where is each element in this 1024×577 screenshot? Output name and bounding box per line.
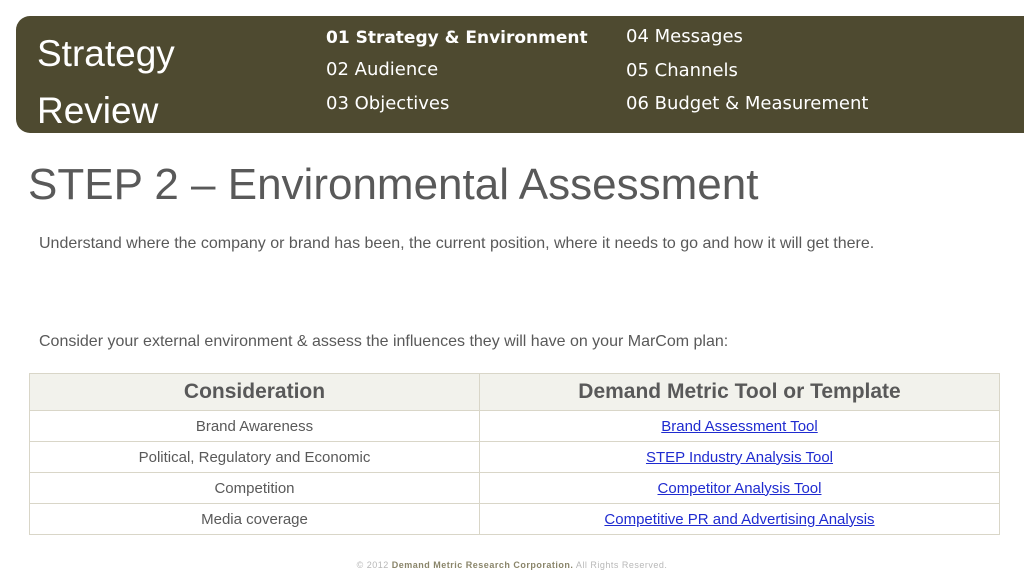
consideration-table: Consideration Demand Metric Tool or Temp… (29, 373, 1000, 535)
footer: © 2012 Demand Metric Research Corporatio… (0, 560, 1024, 570)
tool-link[interactable]: Competitor Analysis Tool (658, 480, 822, 497)
table-row: Competition Competitor Analysis Tool (29, 472, 1000, 504)
tool-link[interactable]: Competitive PR and Advertising Analysis (604, 511, 874, 528)
tool-link[interactable]: Brand Assessment Tool (661, 418, 817, 435)
tool-cell: Competitor Analysis Tool (479, 472, 1000, 504)
tool-cell: Competitive PR and Advertising Analysis (479, 503, 1000, 535)
nav-channels[interactable]: 05 Channels (626, 60, 738, 82)
page-title: STEP 2 – Environmental Assessment (28, 160, 759, 209)
tool-link[interactable]: STEP Industry Analysis Tool (646, 449, 833, 466)
intro-paragraph: Understand where the company or brand ha… (39, 235, 875, 252)
footer-copyright: © 2012 (356, 560, 389, 570)
consideration-cell: Brand Awareness (29, 410, 480, 442)
table-row: Political, Regulatory and Economic STEP … (29, 441, 1000, 473)
nav-budget-measurement[interactable]: 06 Budget & Measurement (626, 93, 868, 115)
brand-title: Strategy Review (37, 25, 175, 139)
brand-line-1: Strategy (37, 33, 175, 74)
column-header-consideration: Consideration (29, 373, 480, 411)
footer-company: Demand Metric Research Corporation. (391, 560, 574, 570)
consideration-cell: Media coverage (29, 503, 480, 535)
tool-cell: STEP Industry Analysis Tool (479, 441, 1000, 473)
table-row: Brand Awareness Brand Assessment Tool (29, 410, 1000, 442)
nav-strategy-environment[interactable]: 01 Strategy & Environment (326, 27, 588, 49)
tool-cell: Brand Assessment Tool (479, 410, 1000, 442)
consideration-cell: Competition (29, 472, 480, 504)
nav-audience[interactable]: 02 Audience (326, 59, 438, 81)
prompt-paragraph: Consider your external environment & ass… (39, 333, 729, 350)
consideration-cell: Political, Regulatory and Economic (29, 441, 480, 473)
header-bar: Strategy Review 01 Strategy & Environmen… (16, 16, 1024, 133)
nav-objectives[interactable]: 03 Objectives (326, 93, 449, 115)
brand-line-2: Review (37, 90, 159, 131)
footer-rights: All Rights Reserved. (575, 560, 668, 570)
table-header-row: Consideration Demand Metric Tool or Temp… (29, 373, 1000, 411)
nav-messages[interactable]: 04 Messages (626, 26, 743, 48)
column-header-tool: Demand Metric Tool or Template (479, 373, 1000, 411)
table-row: Media coverage Competitive PR and Advert… (29, 503, 1000, 535)
